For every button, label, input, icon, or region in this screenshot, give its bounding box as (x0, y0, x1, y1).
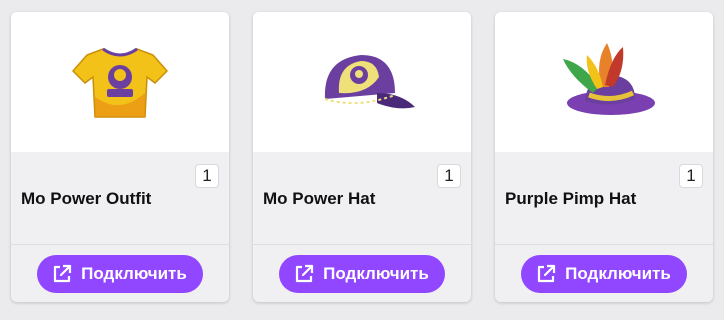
item-info: 1 Mo Power Hat (253, 152, 471, 245)
connect-button[interactable]: Подключить (521, 254, 687, 293)
item-name: Mo Power Hat (263, 189, 376, 208)
connect-button-label: Подключить (565, 263, 671, 283)
item-actions: Подключить (11, 245, 229, 302)
external-link-icon (51, 263, 73, 285)
item-card: 1 Mo Power Outfit Подключить (11, 12, 229, 302)
external-link-icon (535, 263, 557, 285)
tshirt-icon (71, 47, 169, 118)
connect-button[interactable]: Подключить (37, 254, 203, 293)
connect-button-label: Подключить (323, 263, 429, 283)
item-card: 1 Mo Power Hat Подключить (253, 12, 471, 302)
item-name: Purple Pimp Hat (505, 189, 637, 208)
item-card: 1 Purple Pimp Hat Подключить (495, 12, 713, 302)
item-image (11, 12, 229, 152)
item-image (495, 12, 713, 152)
quantity-badge: 1 (679, 164, 703, 188)
item-name: Mo Power Outfit (21, 189, 152, 208)
item-info: 1 Mo Power Outfit (11, 152, 229, 245)
item-info: 1 Purple Pimp Hat (495, 152, 713, 245)
connect-button-label: Подключить (81, 263, 187, 283)
quantity-badge: 1 (437, 164, 461, 188)
feather-hat-icon (563, 43, 655, 115)
item-actions: Подключить (495, 245, 713, 302)
quantity-badge: 1 (195, 164, 219, 188)
cap-icon (324, 55, 415, 109)
item-image (253, 12, 471, 152)
item-actions: Подключить (253, 245, 471, 302)
drops-grid: 1 Mo Power Outfit Подключить 1 Mo Power … (0, 0, 724, 320)
external-link-icon (293, 263, 315, 285)
connect-button[interactable]: Подключить (279, 254, 445, 293)
